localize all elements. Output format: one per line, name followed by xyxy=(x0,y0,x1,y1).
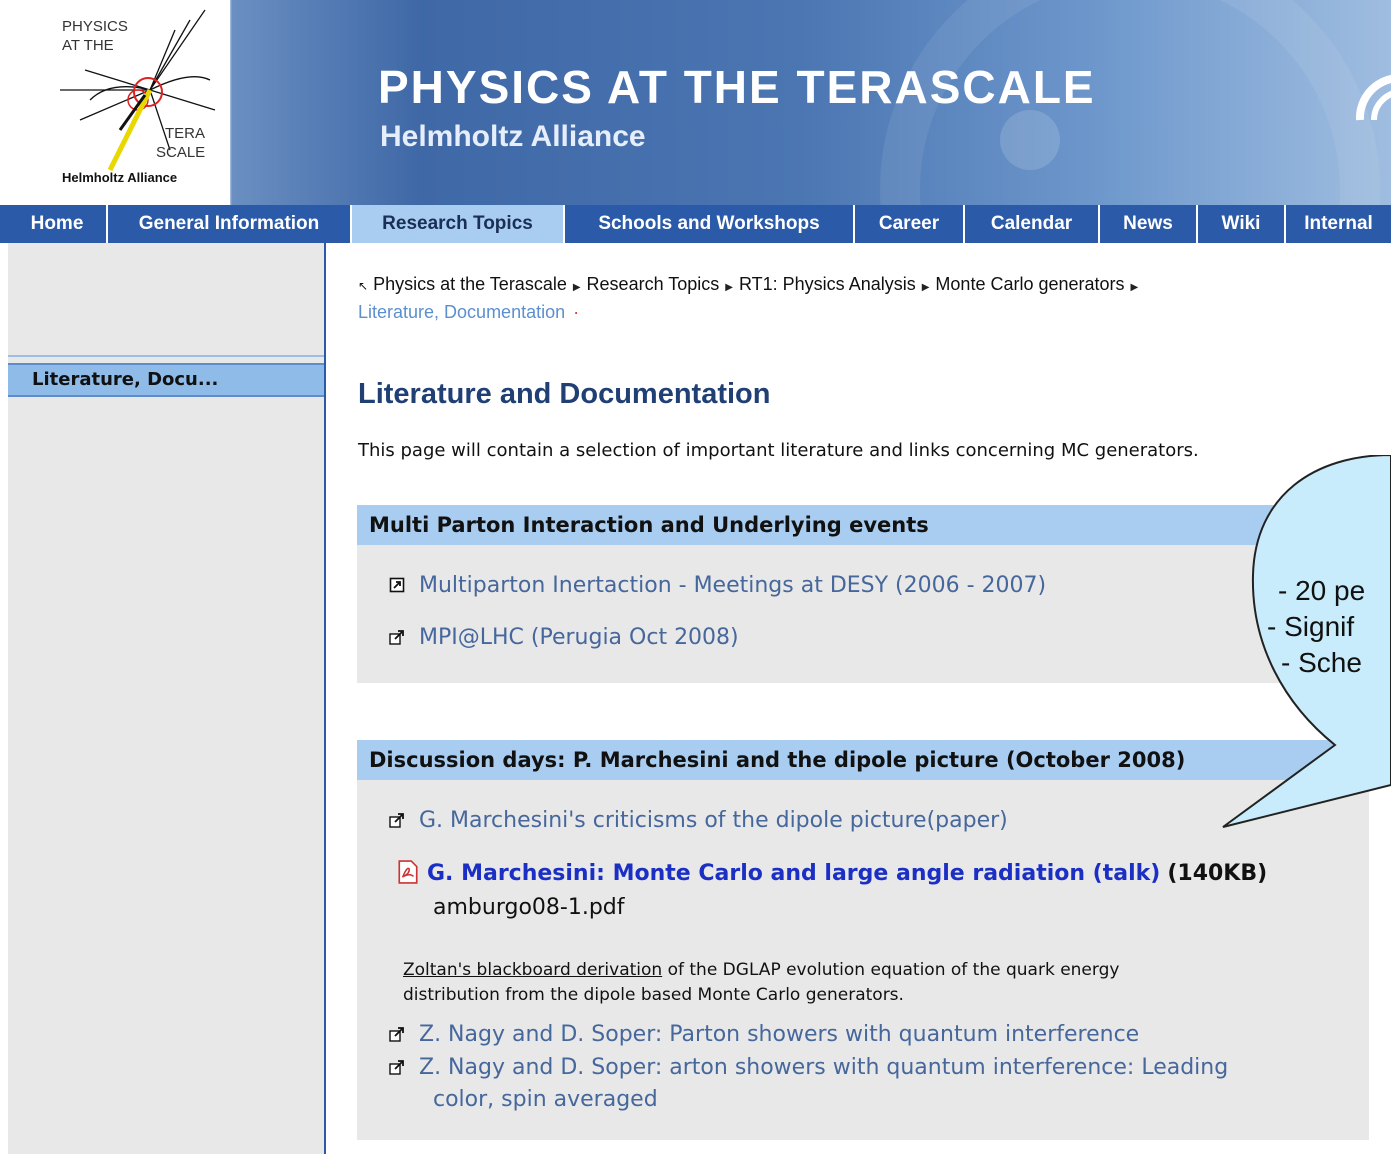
breadcrumb-separator-icon: ▶ xyxy=(921,282,930,293)
main-navigation: Home General Information Research Topics… xyxy=(0,205,1391,243)
callout-line-3: - Sche xyxy=(1281,647,1362,678)
link-mpi-lhc[interactable]: MPI@LHC (Perugia Oct 2008) xyxy=(389,625,739,650)
pdf-filename: amburgo08-1.pdf xyxy=(433,895,625,920)
paragraph-text-1: of the DGLAP evolution equation of the q… xyxy=(662,960,1120,980)
link-marchesini-criticisms[interactable]: G. Marchesini's criticisms of the dipole… xyxy=(389,808,1008,833)
pdf-download-row: G. Marchesini: Monte Carlo and large ang… xyxy=(397,860,1267,886)
breadcrumb-physics-at-terascale[interactable]: Physics at the Terascale xyxy=(373,274,567,294)
pdf-file-size: (140KB) xyxy=(1167,861,1268,886)
logo-text-scale: SCALE xyxy=(156,144,206,161)
link-multiparton-meetings[interactable]: Multiparton Inertaction - Meetings at DE… xyxy=(389,573,1046,598)
site-subtitle: Helmholtz Alliance xyxy=(380,120,646,153)
breadcrumb-home-icon[interactable]: ↖ xyxy=(358,279,368,293)
nav-research-topics[interactable]: Research Topics xyxy=(350,205,563,243)
external-link-icon xyxy=(389,1060,404,1075)
breadcrumb-research-topics[interactable]: Research Topics xyxy=(587,274,720,294)
speech-bubble-shape xyxy=(1222,455,1391,828)
intro-text: This page will contain a selection of im… xyxy=(358,440,1199,461)
nav-career[interactable]: Career xyxy=(853,205,963,243)
nav-wiki[interactable]: Wiki xyxy=(1196,205,1284,243)
banner-arc-icon xyxy=(1352,70,1391,150)
logo-text-alliance: Helmholtz Alliance xyxy=(62,170,178,185)
sidebar: Literature, Docu... xyxy=(8,243,326,1154)
breadcrumb-separator-icon: ▶ xyxy=(1130,282,1139,293)
nav-home[interactable]: Home xyxy=(8,205,106,243)
breadcrumb-separator-icon: ▶ xyxy=(725,282,733,293)
breadcrumb-current: Literature, Documentation xyxy=(358,302,566,322)
paragraph-text-2: distribution from the dipole based Monte… xyxy=(403,985,904,1005)
link-mpi-lhc-text[interactable]: MPI@LHC (Perugia Oct 2008) xyxy=(419,625,739,650)
site-logo[interactable]: PHYSICS AT THE TERA SCALE Helmholtz Alli… xyxy=(0,0,230,205)
link-zoltan-blackboard[interactable]: Zoltan's blackboard derivation xyxy=(403,960,662,980)
blackboard-derivation-paragraph: Zoltan's blackboard derivation of the DG… xyxy=(403,958,1303,1008)
external-link-icon xyxy=(389,1027,404,1042)
breadcrumb-dot-icon: · xyxy=(573,302,580,322)
nav-schools-and-workshops[interactable]: Schools and Workshops xyxy=(563,205,853,243)
link-nagy-soper-2-text-line2[interactable]: color, spin averaged xyxy=(433,1087,658,1112)
link-marchesini-criticisms-text[interactable]: G. Marchesini's criticisms of the dipole… xyxy=(419,808,1008,833)
site-title: PHYSICS AT THE TERASCALE xyxy=(378,61,1096,113)
link-multiparton-meetings-text[interactable]: Multiparton Inertaction - Meetings at DE… xyxy=(419,573,1046,598)
nav-news[interactable]: News xyxy=(1098,205,1196,243)
breadcrumb-separator-icon: ▶ xyxy=(572,282,581,293)
sidebar-top-block xyxy=(8,243,324,357)
logo-text-physics: PHYSICS xyxy=(62,18,128,35)
external-link-icon xyxy=(389,813,404,828)
breadcrumb: ↖ Physics at the Terascale ▶ Research Topi… xyxy=(358,272,1358,325)
nav-calendar[interactable]: Calendar xyxy=(963,205,1098,243)
logo-text-tera: TERA xyxy=(165,125,206,142)
page-title: Literature and Documentation xyxy=(358,378,771,410)
link-nagy-soper-2-text-line1[interactable]: Z. Nagy and D. Soper: arton showers with… xyxy=(419,1055,1228,1080)
callout-line-2: - Signif xyxy=(1267,611,1355,642)
link-nagy-soper-2[interactable]: Z. Nagy and D. Soper: arton showers with… xyxy=(389,1052,1228,1116)
link-nagy-soper-1-text[interactable]: Z. Nagy and D. Soper: Parton showers wit… xyxy=(419,1022,1139,1047)
link-marchesini-talk-pdf[interactable]: G. Marchesini: Monte Carlo and large ang… xyxy=(427,861,1160,886)
banner-decoration-2 xyxy=(1000,110,1060,170)
nav-internal[interactable]: Internal xyxy=(1284,205,1391,243)
site-header: PHYSICS AT THE TERA SCALE Helmholtz Alli… xyxy=(0,0,1391,205)
sidebar-item-literature[interactable]: Literature, Docu... xyxy=(8,363,324,397)
speech-bubble-callout: - 20 pe - Signif - Sche xyxy=(1215,455,1391,835)
breadcrumb-monte-carlo-generators[interactable]: Monte Carlo generators xyxy=(935,274,1124,294)
nav-general-information[interactable]: General Information xyxy=(106,205,350,243)
external-link-icon xyxy=(389,630,404,645)
pdf-icon xyxy=(398,860,418,884)
logo-text-at-the: AT THE xyxy=(62,37,114,54)
breadcrumb-rt1-physics-analysis[interactable]: RT1: Physics Analysis xyxy=(739,274,916,294)
internal-link-icon xyxy=(389,577,405,593)
link-nagy-soper-1[interactable]: Z. Nagy and D. Soper: Parton showers wit… xyxy=(389,1022,1139,1047)
callout-line-1: - 20 pe xyxy=(1278,575,1366,606)
